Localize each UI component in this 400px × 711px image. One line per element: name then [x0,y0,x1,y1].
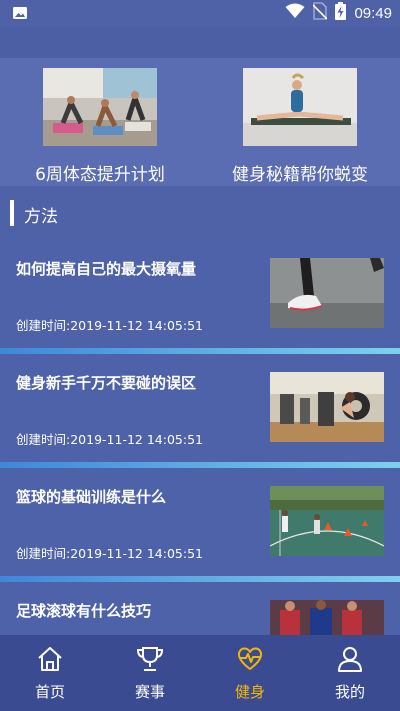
article-title: 篮球的基础训练是什么 [16,488,167,506]
heartbeat-icon [236,645,264,673]
banner-card-posture-plan[interactable]: 6周体态提升计划 [0,68,200,186]
home-icon [36,645,64,673]
article-item-vo2max[interactable]: 如何提高自己的最大摄氧量 创建时间:2019-11-12 14:05:51 [0,240,400,348]
section-header: 方法 [0,186,400,240]
tab-home[interactable]: 首页 [0,635,100,711]
banner-card-fitness-tips[interactable]: 健身秘籍帮你蜕变 [200,68,400,186]
article-thumbnail-running-shoes [270,258,384,328]
tab-label: 我的 [334,683,365,701]
no-sim-icon [312,2,329,24]
wifi-icon [285,3,305,23]
article-created-time: 创建时间:2019-11-12 14:05:51 [16,432,203,447]
tab-profile[interactable]: 我的 [300,635,400,711]
article-title: 足球滚球有什么技巧 [16,602,152,620]
header-strip [0,26,400,58]
article-thumbnail-gym [270,372,384,442]
article-item-soccer-dribbling[interactable]: 足球滚球有什么技巧 [0,582,400,635]
article-created-time: 创建时间:2019-11-12 14:05:51 [16,546,203,561]
article-title: 如何提高自己的最大摄氧量 [16,260,197,278]
article-created-time: 创建时间:2019-11-12 14:05:51 [16,318,203,333]
tab-label: 健身 [234,683,265,701]
article-thumbnail-soccer-players [270,600,384,635]
banner-image-split-stretch [243,68,357,146]
status-time: 09:49 [354,4,392,22]
banner-image-group-workout [43,68,157,146]
trophy-icon [136,645,164,673]
banner-label: 6周体态提升计划 [35,165,165,185]
article-list[interactable]: 如何提高自己的最大摄氧量 创建时间:2019-11-12 14:05:51 健身… [0,240,400,635]
status-bar: 09:49 [0,0,400,26]
article-title: 健身新手千万不要碰的误区 [16,374,197,392]
tab-label: 赛事 [134,683,165,701]
tab-label: 首页 [34,683,65,701]
user-icon [336,645,364,673]
battery-charging-icon [335,2,347,24]
section-title: 方法 [24,207,58,227]
banner: 6周体态提升计划 健身秘籍帮你蜕变 [0,58,400,186]
tab-fitness[interactable]: 健身 [200,635,300,711]
bottom-tab-bar: 首页 赛事 健身 我的 [0,635,400,711]
article-thumbnail-basketball-court [270,486,384,556]
section-accent-bar [10,200,14,226]
banner-label: 健身秘籍帮你蜕变 [232,165,368,185]
article-item-beginner-mistakes[interactable]: 健身新手千万不要碰的误区 创建时间:2019-11-12 14:05:51 [0,354,400,462]
tab-events[interactable]: 赛事 [100,635,200,711]
gallery-notification-icon [12,5,28,21]
article-item-basketball-training[interactable]: 篮球的基础训练是什么 创建时间:2019-11-12 14:05:51 [0,468,400,576]
